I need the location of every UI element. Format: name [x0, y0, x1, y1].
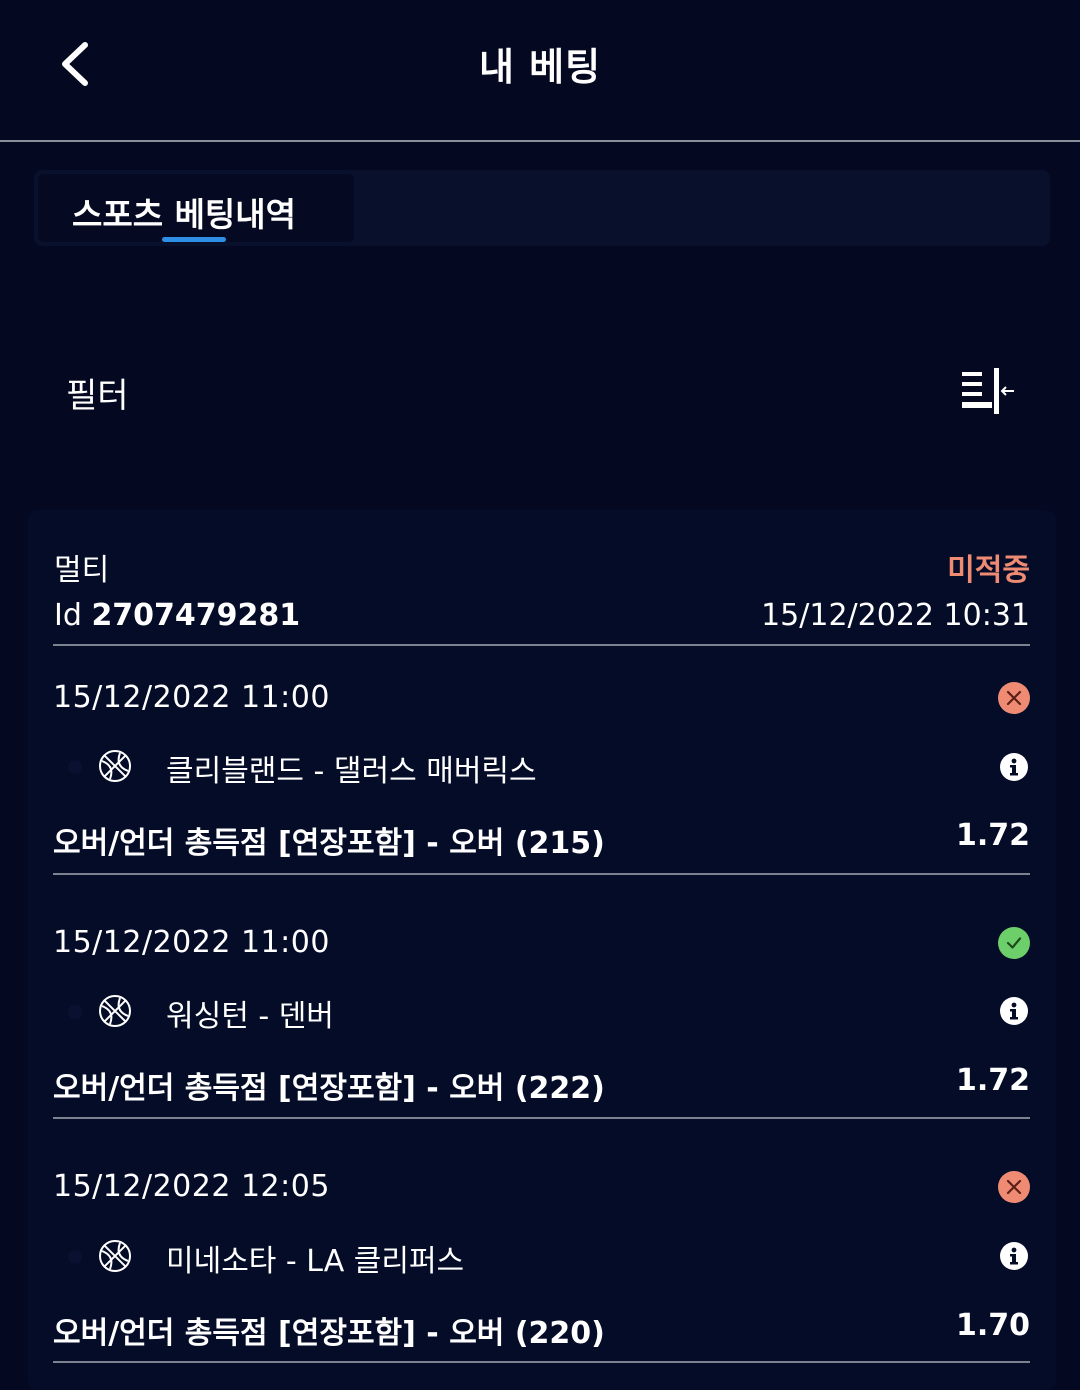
basketball-icon [99, 1240, 131, 1272]
leg-market: 오버/언더 총득점 [연장포함] - 오버 (220) [53, 1316, 605, 1351]
leg-match: 클리블랜드 - 댈러스 매버릭스 [166, 754, 537, 789]
divider [53, 873, 1030, 875]
leg-match: 미네소타 - LA 클리퍼스 [166, 1244, 465, 1279]
basketball-icon [99, 995, 131, 1027]
leg-status-won [998, 927, 1030, 959]
leg-dot [68, 1005, 82, 1019]
leg-info-button[interactable] [1000, 1242, 1028, 1270]
leg-status-lost [998, 682, 1030, 714]
leg-dot [68, 760, 82, 774]
app-header: 내 베팅 [0, 0, 1080, 142]
divider [53, 1117, 1030, 1119]
divider [53, 1361, 1030, 1363]
leg-info-button[interactable] [1000, 997, 1028, 1025]
check-circle-icon [1006, 937, 1022, 949]
leg-status-lost [998, 1171, 1030, 1203]
filter-label: 필터 [66, 376, 129, 416]
tab-active-indicator [162, 237, 226, 242]
bet-card[interactable]: 멀티 미적중 Id 2707479281 15/12/2022 10:31 15… [28, 510, 1056, 1390]
leg-odds: 1.72 [955, 1063, 1030, 1098]
x-circle-icon [1006, 690, 1022, 706]
leg-info-button[interactable] [1000, 753, 1028, 781]
tab-label: 스포츠 베팅내역 [72, 195, 297, 234]
bet-id-prefix: Id [54, 598, 82, 633]
tab-bar: 스포츠 베팅내역 [34, 170, 1050, 246]
tab-sports-bet-history[interactable]: 스포츠 베팅내역 [38, 174, 354, 242]
page-title: 내 베팅 [478, 45, 602, 89]
leg-time: 15/12/2022 12:05 [53, 1169, 330, 1204]
basketball-icon [99, 750, 131, 782]
info-icon [1010, 1002, 1018, 1020]
leg-time: 15/12/2022 11:00 [53, 680, 330, 715]
leg-match: 워싱턴 - 덴버 [166, 999, 334, 1034]
filter-toggle-button[interactable] [956, 366, 1018, 416]
info-icon [1010, 1247, 1018, 1265]
leg-market: 오버/언더 총득점 [연장포함] - 오버 (215) [53, 826, 605, 861]
filter-collapse-icon [962, 368, 1014, 414]
bet-id: Id 2707479281 [54, 598, 300, 633]
info-icon [1010, 758, 1018, 776]
leg-odds: 1.70 [955, 1308, 1030, 1343]
leg-time: 15/12/2022 11:00 [53, 925, 330, 960]
divider [53, 644, 1030, 646]
leg-dot [68, 1250, 82, 1264]
bet-placed-date: 15/12/2022 10:31 [761, 598, 1030, 633]
bet-status-badge: 미적중 [947, 553, 1030, 588]
x-circle-icon [1006, 1179, 1022, 1195]
bet-id-value: 2707479281 [91, 598, 301, 633]
leg-market: 오버/언더 총득점 [연장포함] - 오버 (222) [53, 1071, 605, 1106]
leg-odds: 1.72 [955, 818, 1030, 853]
bet-type: 멀티 [54, 553, 110, 588]
